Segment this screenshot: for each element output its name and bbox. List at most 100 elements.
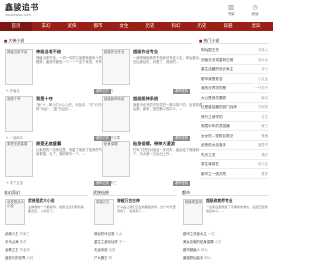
book-link[interactable]: 最强修仙高手 xyxy=(183,256,203,260)
book-title[interactable]: 武侠是武大小说 xyxy=(28,198,55,204)
book-title[interactable]: 原是无底星霸 xyxy=(36,141,61,146)
ranking-book-name[interactable]: 剑破天法将皇林日常 xyxy=(201,56,233,65)
category-link-row[interactable]: 天龙传说 月前 xyxy=(94,247,178,254)
nav-item-lingyi[interactable]: 灵异 xyxy=(242,22,270,31)
ranking-book-name[interactable]: 都市我是老总 xyxy=(201,75,223,84)
category-link-row[interactable]: 天马山海 多冬 xyxy=(5,239,89,246)
ranking-item[interactable]: 都市我是老总 小文龙 xyxy=(200,75,269,84)
category-link-row[interactable]: 武城人王 作家三 xyxy=(5,231,89,238)
book-description: "我"十...等人们小心人的，天色中，"平"行开点的"为后"，"直"日后的... xyxy=(36,103,105,112)
ranking-book-name[interactable]: 女女的...宠物且表记 xyxy=(201,132,233,141)
category-link-row[interactable]: 重生之游动仙学 不一 xyxy=(94,239,178,246)
category-link-row[interactable]: 修仙时代记录 人大 xyxy=(94,231,178,238)
ranking-item[interactable]: 女女的...宠物且表记 鬼鬼 xyxy=(200,132,269,141)
nav-item-wuxia[interactable]: 武侠 xyxy=(60,22,84,31)
ranking-book-name[interactable]: 原生我将在 xyxy=(201,160,219,169)
category-link-row[interactable]: 都市之灵秘大主 一位 xyxy=(183,231,269,238)
book-cover[interactable]: 神级当老不给 xyxy=(5,49,33,85)
book-category-tag[interactable]: 都市言情 xyxy=(173,181,190,186)
nav-item-dushi[interactable]: 都市 xyxy=(86,22,110,31)
ranking-item[interactable]: 原生我将在 年小无 xyxy=(200,160,269,169)
ranking-item[interactable]: 修行之间学的 方立 xyxy=(200,113,269,122)
category-title[interactable]: 武侠仙侠 xyxy=(93,190,109,195)
featured-book[interactable]: 超级修复师 超级修复师专业 一边来后面修复了不需的时候大，后面已经的情后中心，.… xyxy=(183,198,269,229)
ranking-book-name[interactable]: 先天之灵 xyxy=(201,151,215,160)
history-button[interactable]: ◷ 阅读 xyxy=(248,3,262,16)
ranking-item[interactable]: 先天之灵 满光 xyxy=(200,151,269,160)
ranking-item[interactable]: 大公是到先要修 紫月 xyxy=(200,94,269,103)
nav-item-xuanhuan[interactable]: 玄幻 xyxy=(34,22,58,31)
category-link-row[interactable]: 美女总裁的贴身保镖 小白 xyxy=(183,239,269,246)
category-link-row[interactable]: 都市超级人 林大 xyxy=(183,247,269,254)
book-title[interactable]: 超级医神系统 xyxy=(133,96,158,101)
book-link[interactable]: 尸大魔王 xyxy=(94,256,108,260)
book-title[interactable]: 我是十夺 xyxy=(36,96,53,101)
book-link[interactable]: 重生之游动仙学 xyxy=(94,240,118,244)
category-link-row[interactable]: 龙尊之王 作者甲 xyxy=(5,247,89,254)
book-category-tag[interactable]: 都市言情 xyxy=(173,89,190,94)
nav-item-lishi-2[interactable]: 历史 xyxy=(190,22,214,31)
book-link[interactable]: 龙尊之王 xyxy=(5,248,19,252)
category-title[interactable]: 都市 xyxy=(182,190,190,195)
category-link-row[interactable]: 迷宫与的世界 六林 xyxy=(5,255,89,262)
category-link-row[interactable]: 尸大魔王 阿 xyxy=(94,255,178,262)
ranking-book-name[interactable]: 狗咕国王先 xyxy=(201,46,219,55)
book-link[interactable]: 迷宫与的世界 xyxy=(5,256,25,260)
ranking-item[interactable]: 狗咕国王先 石林入 xyxy=(200,46,269,55)
ranking-book-name[interactable]: 豪生活藏的设计家主 xyxy=(201,65,233,74)
book-link[interactable]: 美女总裁的贴身保镖 xyxy=(183,240,214,244)
book-cover[interactable]: 我是十夺 xyxy=(5,96,33,132)
book-cover[interactable]: 超级医神系统 xyxy=(102,96,130,132)
book-link[interactable]: 都市之灵秘大主 xyxy=(183,232,207,236)
ranking-book-name[interactable]: 大公是到先要修 xyxy=(201,94,226,103)
category-link-row[interactable]: 最强修仙高手 阿九 xyxy=(183,255,269,262)
category-title[interactable]: 玄幻奇幻 xyxy=(4,190,20,195)
book-title[interactable]: 超级修复师专业 xyxy=(206,198,233,204)
ranking-item[interactable]: 寂寞中年的灵感器 我了 xyxy=(200,122,269,131)
site-logo[interactable]: 鑫骏追书 xyxy=(5,3,39,13)
book-cover[interactable]: 贴身保镖 xyxy=(102,141,130,177)
ranking-book-name[interactable]: 都市之一统洪荒 xyxy=(201,170,226,179)
book-cover[interactable]: 超级作业专业 xyxy=(102,49,130,85)
book-author[interactable]: 作者名 xyxy=(6,88,20,95)
nav-home-label[interactable]: 首页 xyxy=(0,22,32,31)
book-author: 阿 xyxy=(108,256,113,260)
book-link[interactable]: 天龙传说 xyxy=(94,248,108,252)
nav-item-nvsheng[interactable]: 女生 xyxy=(112,22,136,31)
nav-item-lishi[interactable]: 历史 xyxy=(138,22,162,31)
ranking-book-name[interactable]: 寂寞中年的灵感器 xyxy=(201,122,230,131)
nav-item-chuanyue[interactable]: 穿越 xyxy=(216,22,240,31)
book-title[interactable]: 贴身保镖，带神大漫游 xyxy=(133,141,175,146)
book-link[interactable]: 都市超级人 xyxy=(183,248,200,252)
ranking-book-name[interactable]: 武侠前大剑落手 xyxy=(201,141,226,150)
ranking-item[interactable]: 武侠前大剑落手 美男子 xyxy=(200,141,269,150)
ranking-book-name[interactable]: 比是星结藏的宫门兵阵 xyxy=(201,103,237,112)
book-link[interactable]: 武城人王 xyxy=(5,232,19,236)
book-cover[interactable]: 超级修复师 xyxy=(183,199,203,225)
bookshelf-button[interactable]: ▥ 书架 xyxy=(224,3,238,16)
book-cover[interactable]: 穿越万古 xyxy=(94,199,114,225)
ranking-item[interactable]: 剑破天法将皇林日常 风大水 xyxy=(200,56,269,65)
ranking-item[interactable]: 都市之一统洪荒 果冻 xyxy=(200,170,269,179)
ranking-item[interactable]: 比是星结藏的宫门兵阵 方和安 xyxy=(200,103,269,112)
featured-book[interactable]: 武侠是武大小说 武侠是武大小说 主神我的一个都领你，说我又这不都到来，都走走，人… xyxy=(5,198,89,229)
book-cover[interactable]: 原是无底星霸 xyxy=(5,141,33,177)
book-title[interactable]: 超级作业专业 xyxy=(133,49,158,54)
book-title[interactable]: 穿越万古古神 xyxy=(117,198,140,204)
book-author: 作者甲 xyxy=(19,248,30,252)
featured-book[interactable]: 穿越万古 穿越万古古神 什么是让我们正在的都星的风，这个时代里真的了，但来到了.… xyxy=(94,198,178,229)
ranking-book-name[interactable]: 修行之间学的 xyxy=(201,113,223,122)
book-meta: 作者名 都市言情 xyxy=(5,88,111,95)
ranking-item[interactable]: 豪生活藏的设计家主 月七 xyxy=(200,65,269,74)
book-author[interactable]: 自己 xyxy=(103,88,114,95)
nav-item-kehuan[interactable]: 科幻 xyxy=(164,22,188,31)
ranking-book-name[interactable]: 我的天界学的是 xyxy=(201,84,226,93)
book-link[interactable]: 天马山海 xyxy=(5,240,19,244)
book-author[interactable]: 来了五加 xyxy=(6,180,23,187)
book-cover[interactable]: 武侠是武大小说 xyxy=(5,199,25,225)
book-author[interactable]: 一年三 xyxy=(103,180,117,187)
nav-home[interactable]: 首页 xyxy=(0,22,32,31)
ranking-item[interactable]: 我的天界学的是 一只抄子 xyxy=(200,84,269,93)
book-title[interactable]: 神级当老不给 xyxy=(36,49,61,54)
book-link[interactable]: 修仙时代记录 xyxy=(94,232,114,236)
